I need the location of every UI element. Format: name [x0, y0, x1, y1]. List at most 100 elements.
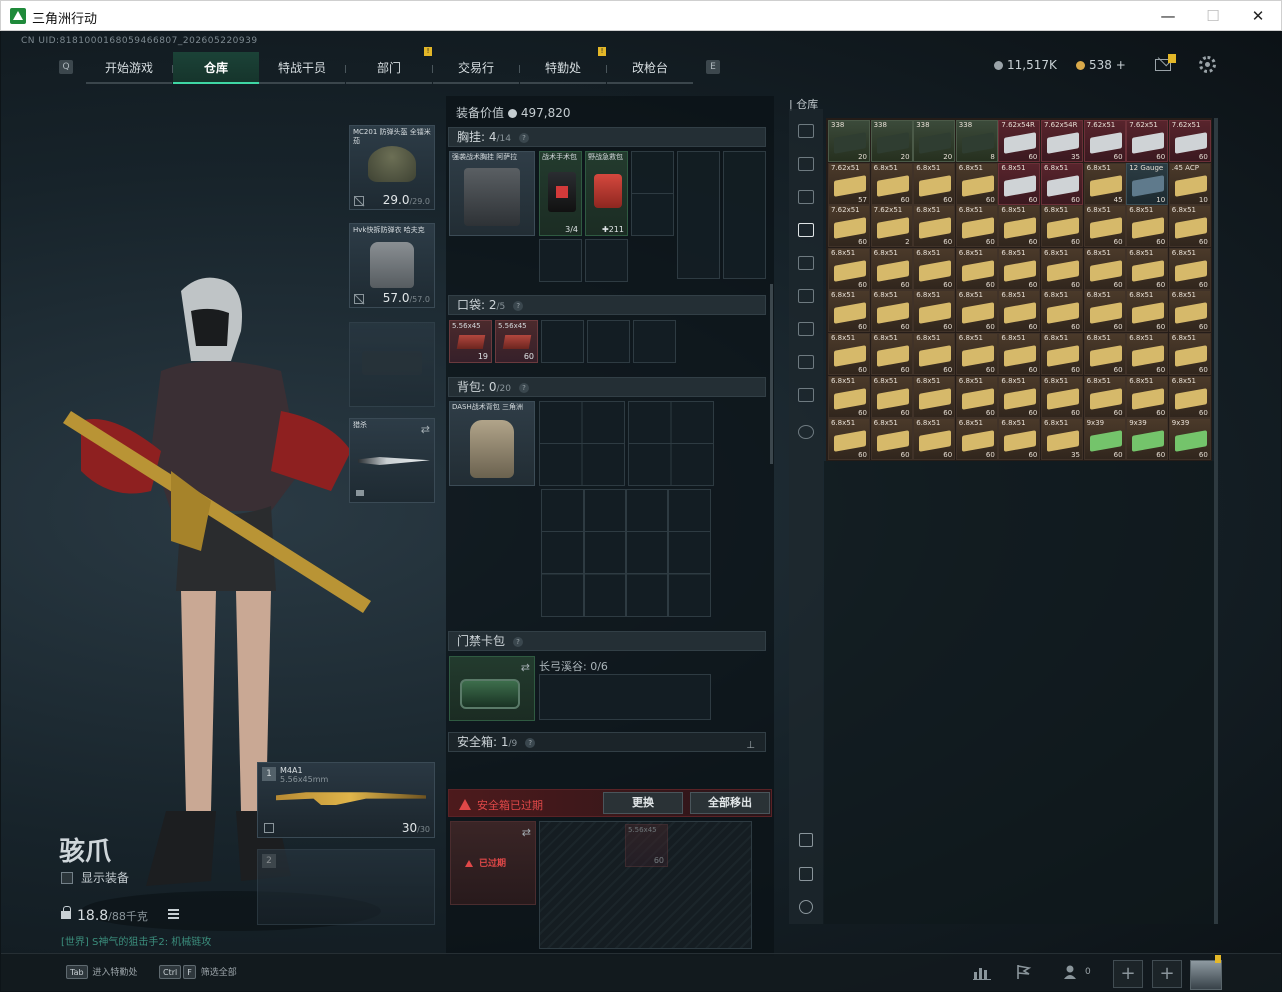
- pocket-slot-empty[interactable]: [633, 320, 676, 363]
- storage-settings-icon[interactable]: [798, 425, 814, 439]
- storage-item[interactable]: 6.8x51 60: [955, 375, 998, 418]
- storage-item[interactable]: 6.8x51 60: [955, 418, 998, 461]
- rig-slot-empty[interactable]: [631, 151, 674, 236]
- storage-item[interactable]: 6.8x51 60: [1126, 205, 1169, 248]
- storage-item[interactable]: 6.8x51 60: [828, 290, 870, 333]
- invite-slot-1-button[interactable]: +: [1113, 960, 1143, 988]
- safebox-item[interactable]: ⇄ 已过期: [450, 821, 536, 905]
- backpack-grid-empty[interactable]: [541, 489, 711, 617]
- category-page-8-icon[interactable]: [798, 388, 814, 402]
- storage-stack-icon[interactable]: [799, 867, 813, 881]
- nav-next-key[interactable]: E: [706, 60, 720, 74]
- storage-item[interactable]: 6.8x51 60: [870, 162, 913, 205]
- swap-icon[interactable]: ⇄: [521, 661, 530, 674]
- storage-item[interactable]: 7.62x51 60: [1168, 120, 1211, 162]
- keycard-case-item[interactable]: ⇄: [449, 656, 535, 721]
- storage-item[interactable]: 7.62x51 60: [1083, 120, 1126, 162]
- storage-item[interactable]: 6.8x51 60: [1126, 375, 1169, 418]
- storage-item[interactable]: 6.8x51 60: [870, 247, 913, 290]
- storage-item[interactable]: 6.8x51 60: [870, 290, 913, 333]
- safebox-grid[interactable]: 5.56x45 60: [539, 821, 752, 949]
- storage-item[interactable]: 6.8x51 35: [1041, 418, 1083, 461]
- tab-warehouse[interactable]: 仓库: [173, 52, 259, 84]
- storage-item[interactable]: 6.8x51 60: [913, 418, 956, 461]
- help-icon[interactable]: ?: [513, 637, 524, 647]
- storage-item[interactable]: 6.8x51 60: [828, 333, 870, 375]
- backpack-slot-empty[interactable]: [539, 401, 625, 486]
- storage-item[interactable]: 6.8x51 60: [998, 205, 1041, 248]
- storage-expand-icon[interactable]: [799, 833, 813, 847]
- show-equipment-checkbox[interactable]: [61, 872, 73, 884]
- storage-item[interactable]: 6.8x51 60: [828, 375, 870, 418]
- storage-item[interactable]: 6.8x51 60: [1168, 247, 1211, 290]
- storage-item[interactable]: 12 Gauge 10: [1126, 162, 1169, 205]
- player-avatar[interactable]: [1190, 960, 1222, 990]
- storage-item[interactable]: 7.62x51 60: [1126, 120, 1169, 162]
- category-all-icon[interactable]: [798, 124, 814, 138]
- close-button[interactable]: ✕: [1235, 1, 1281, 31]
- stats-chart-icon[interactable]: [973, 964, 991, 980]
- storage-item[interactable]: 6.8x51 60: [1126, 333, 1169, 375]
- melee-slot[interactable]: 猎杀 ⇄: [349, 418, 435, 503]
- category-page-4-icon[interactable]: [798, 256, 814, 270]
- tab-trading[interactable]: 交易行: [433, 52, 519, 84]
- category-page-3-icon[interactable]: [798, 223, 814, 237]
- loadout-scrollbar[interactable]: [770, 284, 773, 464]
- storage-item[interactable]: 6.8x51 60: [998, 418, 1041, 461]
- storage-item[interactable]: 6.8x51 60: [1041, 290, 1083, 333]
- storage-item[interactable]: 6.8x51 60: [1041, 375, 1083, 418]
- storage-item[interactable]: 6.8x51 60: [828, 247, 870, 290]
- rig-slot-empty[interactable]: [723, 151, 766, 279]
- storage-item[interactable]: 6.8x51 60: [1083, 333, 1126, 375]
- help-icon[interactable]: ?: [519, 383, 529, 393]
- tab-start-game[interactable]: 开始游戏: [86, 52, 172, 84]
- storage-item[interactable]: 6.8x51 60: [913, 375, 956, 418]
- swap-icon[interactable]: ⇄: [522, 826, 531, 839]
- pocket-ammo-item[interactable]: 5.56x45 60: [495, 320, 538, 363]
- storage-item[interactable]: 6.8x51 60: [1168, 290, 1211, 333]
- rig-slot-empty[interactable]: [677, 151, 720, 279]
- tab-department[interactable]: 部门!: [346, 47, 432, 84]
- safebox-ammo-item[interactable]: 5.56x45 60: [625, 824, 668, 867]
- category-page-5-icon[interactable]: [798, 289, 814, 303]
- storage-item[interactable]: 6.8x51 60: [870, 375, 913, 418]
- silver-currency[interactable]: 11,517K: [994, 58, 1057, 72]
- secondary-weapon-slot[interactable]: 2: [257, 849, 435, 925]
- chest-rig-item[interactable]: 强袭战术胸挂 阿萨拉: [449, 151, 535, 236]
- settings-gear-icon[interactable]: [1199, 56, 1216, 73]
- maximize-button[interactable]: ☐: [1190, 1, 1236, 31]
- storage-item[interactable]: 6.8x51 60: [828, 418, 870, 461]
- pocket-slot-empty[interactable]: [587, 320, 630, 363]
- category-page-1-icon[interactable]: [798, 157, 814, 171]
- category-page-2-icon[interactable]: [798, 190, 814, 204]
- storage-item[interactable]: 6.8x51 60: [998, 247, 1041, 290]
- medkit-item[interactable]: 战术手术包 3/4: [539, 151, 582, 236]
- squad-icon[interactable]: [1063, 964, 1081, 980]
- storage-item[interactable]: 6.8x51 60: [955, 290, 998, 333]
- minimize-button[interactable]: —: [1145, 1, 1191, 31]
- tab-special-ops[interactable]: 特勤处!: [520, 47, 606, 84]
- storage-item[interactable]: 338 8: [955, 120, 998, 162]
- swap-icon[interactable]: ⇄: [421, 423, 430, 436]
- storage-item[interactable]: 7.62x54R 35: [1041, 120, 1083, 162]
- storage-sort-icon[interactable]: [799, 900, 813, 914]
- flag-icon[interactable]: [1015, 964, 1033, 980]
- storage-item[interactable]: 6.8x51 60: [1041, 247, 1083, 290]
- rig-slot-empty[interactable]: [539, 239, 582, 282]
- gold-currency[interactable]: 538 +: [1076, 58, 1126, 72]
- storage-item[interactable]: 6.8x51 60: [1168, 205, 1211, 248]
- backpack-item[interactable]: DASH战术背包 三角洲: [449, 401, 535, 486]
- storage-item[interactable]: 6.8x51 60: [1126, 247, 1169, 290]
- storage-item[interactable]: 6.8x51 60: [1168, 375, 1211, 418]
- storage-item[interactable]: 6.8x51 60: [1041, 333, 1083, 375]
- category-page-7-icon[interactable]: [798, 355, 814, 369]
- storage-item[interactable]: 6.8x51 60: [1168, 333, 1211, 375]
- weight-detail-list-icon[interactable]: [168, 909, 179, 919]
- special-ops-hint[interactable]: Tab 进入特勤处: [66, 965, 137, 979]
- storage-item[interactable]: 6.8x51 60: [998, 375, 1041, 418]
- storage-item[interactable]: 6.8x51 60: [913, 290, 956, 333]
- invite-slot-2-button[interactable]: +: [1152, 960, 1182, 988]
- tab-operators[interactable]: 特战干员: [259, 52, 345, 84]
- pistol-slot-empty[interactable]: [349, 322, 435, 407]
- primary-weapon-slot[interactable]: 1 M4A1 5.56x45mm 30/30: [257, 762, 435, 838]
